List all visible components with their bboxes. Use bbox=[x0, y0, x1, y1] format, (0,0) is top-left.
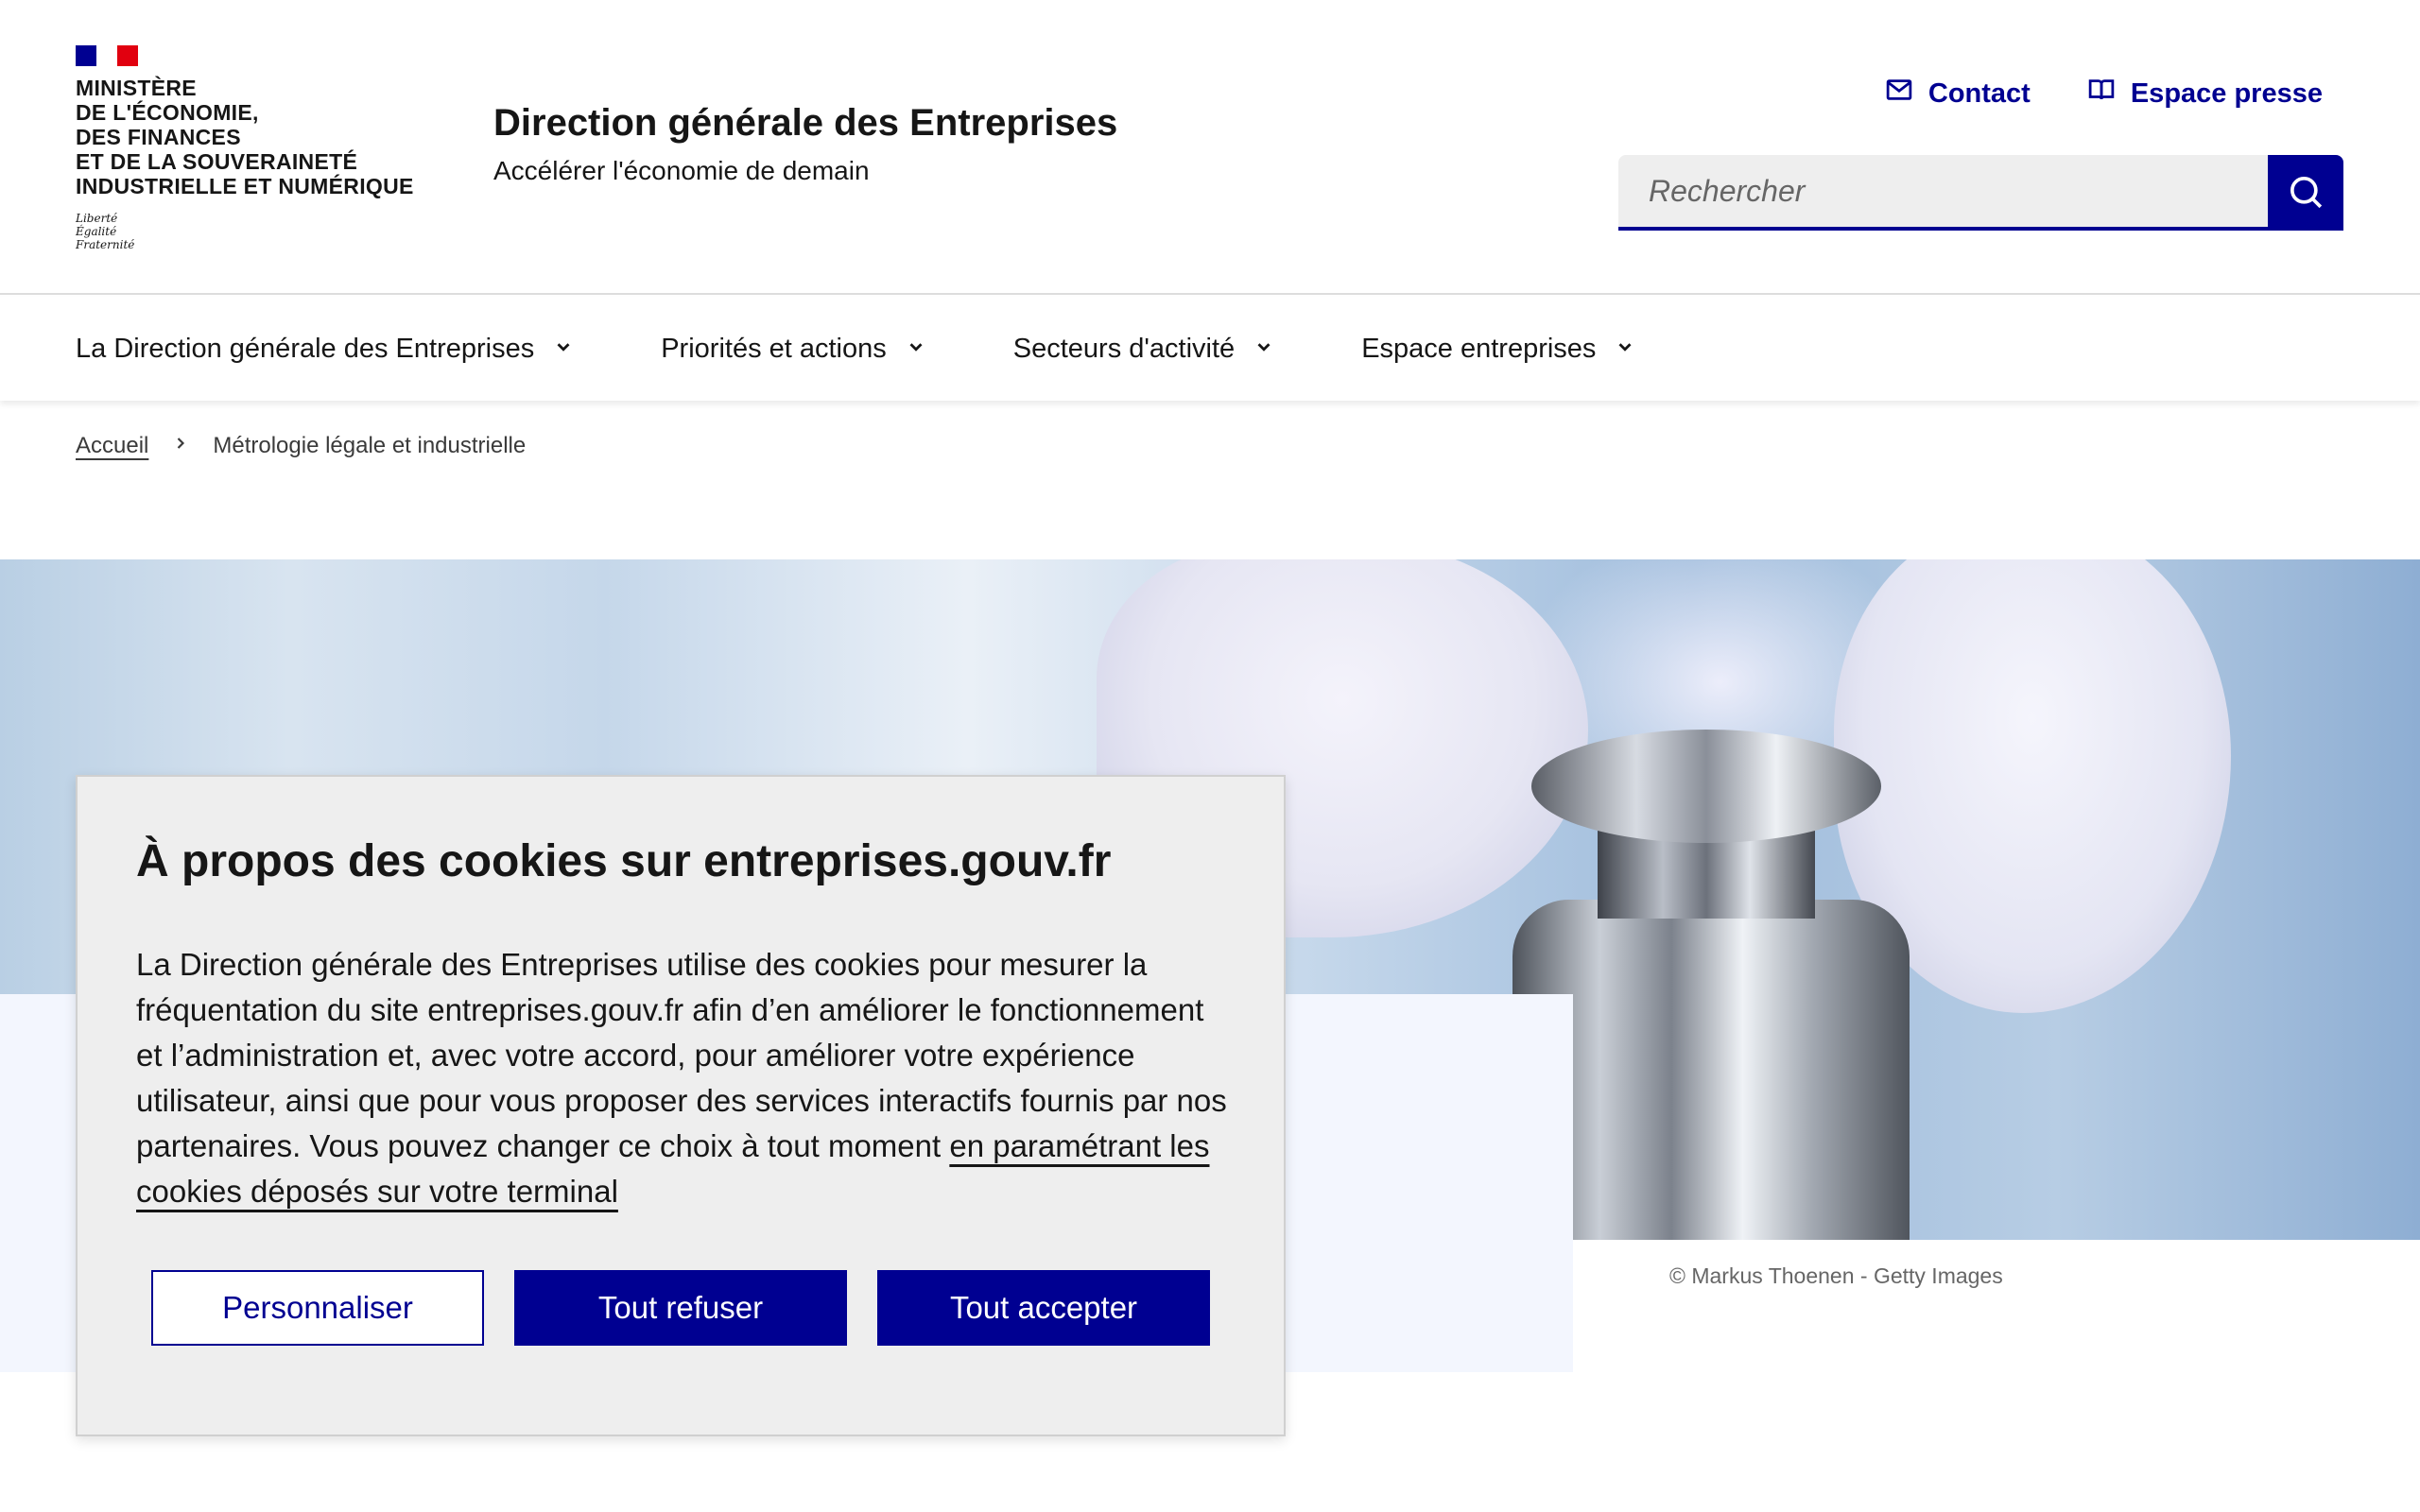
site-tagline: Accélérer l'économie de demain bbox=[493, 156, 870, 185]
calibration-weight-knob bbox=[1531, 730, 1881, 843]
refuse-all-button[interactable]: Tout refuser bbox=[514, 1270, 847, 1346]
search-button[interactable] bbox=[2268, 155, 2343, 231]
nav-item-secteurs[interactable]: Secteurs d'activité bbox=[1013, 334, 1274, 365]
consent-title: À propos des cookies sur entreprises.gou… bbox=[136, 836, 1112, 886]
ministry-name: Ministère de l'économie, des finances et… bbox=[76, 76, 414, 198]
nav-item-label: Espace entreprises bbox=[1361, 333, 1597, 364]
image-credit: © Markus Thoenen - Getty Images bbox=[1669, 1263, 2003, 1288]
ministry-logo[interactable]: Ministère de l'économie, des finances et… bbox=[76, 45, 414, 251]
nav-item-priorites[interactable]: Priorités et actions bbox=[661, 334, 926, 365]
chevron-right-icon bbox=[171, 433, 190, 459]
press-label: Espace presse bbox=[2130, 77, 2323, 109]
consent-text: La Direction générale des Entreprises ut… bbox=[136, 942, 1233, 1214]
chevron-down-icon bbox=[553, 334, 574, 365]
breadcrumb-current: Métrologie légale et industrielle bbox=[213, 433, 527, 458]
site-title[interactable]: Direction générale des Entreprises bbox=[493, 102, 1117, 145]
republic-motto: Liberté Égalité Fraternité bbox=[76, 212, 414, 251]
header-tools: Contact Espace presse bbox=[1885, 76, 2323, 112]
chevron-down-icon bbox=[1253, 334, 1274, 365]
chevron-down-icon bbox=[1615, 334, 1635, 365]
press-link[interactable]: Espace presse bbox=[2087, 76, 2323, 112]
motto-line: Égalité bbox=[76, 225, 117, 238]
main-navigation: La Direction générale des Entreprises Pr… bbox=[0, 297, 2420, 401]
marianne-flag-icon bbox=[76, 45, 138, 66]
search-bar bbox=[1618, 155, 2343, 231]
contact-label: Contact bbox=[1927, 77, 2031, 109]
breadcrumb: Accueil Métrologie légale et industriell… bbox=[76, 433, 526, 459]
ministry-line: de l'économie, bbox=[76, 100, 259, 125]
motto-line: Liberté bbox=[76, 212, 118, 225]
cookie-consent-banner: À propos des cookies sur entreprises.gou… bbox=[76, 775, 1286, 1436]
book-icon bbox=[2087, 76, 2116, 112]
ministry-line: et de la souveraineté bbox=[76, 149, 358, 174]
ministry-line: Ministère bbox=[76, 76, 197, 100]
nav-item-label: La Direction générale des Entreprises bbox=[76, 333, 535, 364]
nav-item-direction[interactable]: La Direction générale des Entreprises bbox=[76, 334, 574, 365]
contact-link[interactable]: Contact bbox=[1885, 76, 2031, 112]
ministry-line: des finances bbox=[76, 125, 241, 149]
breadcrumb-home-link[interactable]: Accueil bbox=[76, 433, 148, 459]
mail-icon bbox=[1885, 76, 1913, 112]
search-icon bbox=[2287, 173, 2325, 214]
chevron-down-icon bbox=[906, 334, 926, 365]
consent-buttons: Personnaliser Tout refuser Tout accepter bbox=[151, 1270, 1210, 1346]
motto-line: Fraternité bbox=[76, 238, 135, 251]
nav-item-espace-entreprises[interactable]: Espace entreprises bbox=[1361, 334, 1635, 365]
nav-item-label: Priorités et actions bbox=[661, 333, 887, 364]
accept-all-button[interactable]: Tout accepter bbox=[877, 1270, 1210, 1346]
ministry-line: industrielle et numérique bbox=[76, 174, 414, 198]
search-input[interactable] bbox=[1618, 155, 2268, 231]
customize-button[interactable]: Personnaliser bbox=[151, 1270, 484, 1346]
nav-item-label: Secteurs d'activité bbox=[1012, 333, 1236, 364]
site-header: Ministère de l'économie, des finances et… bbox=[0, 0, 2420, 295]
